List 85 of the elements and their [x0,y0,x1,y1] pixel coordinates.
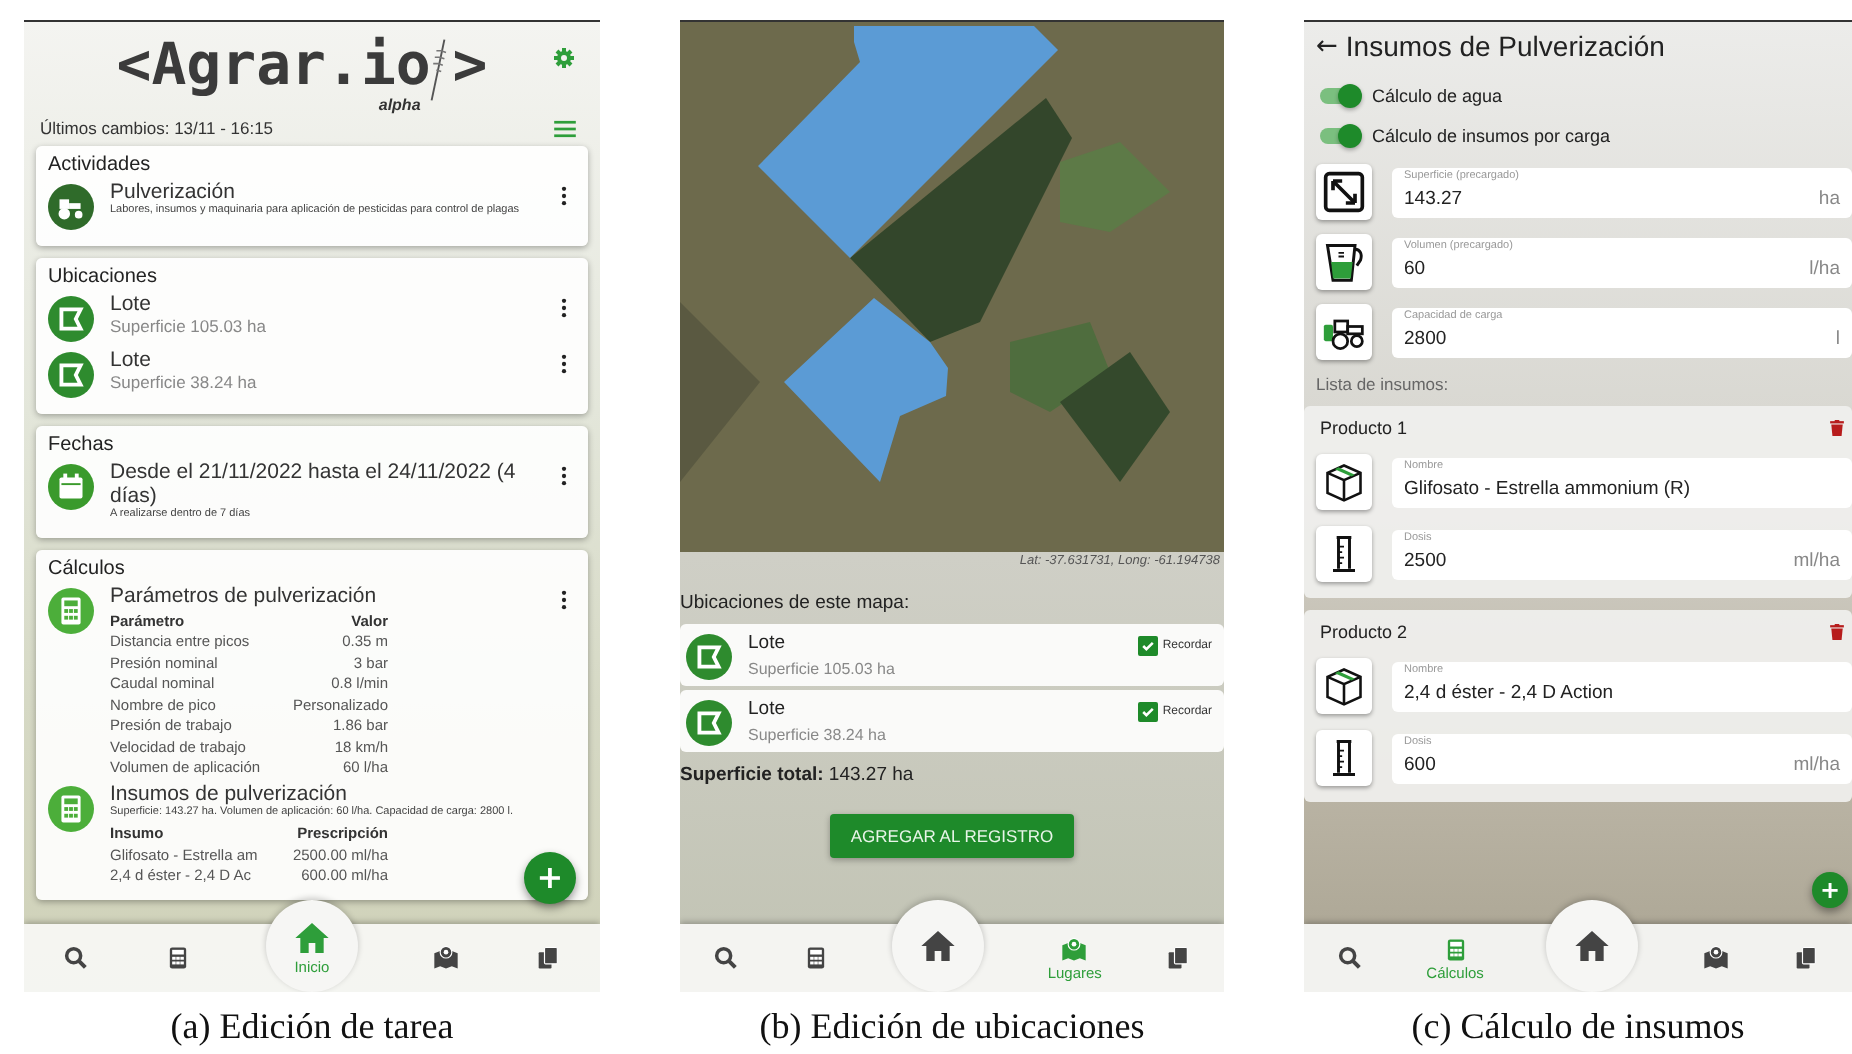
add-button[interactable]: + [1812,872,1848,908]
item-title[interactable]: Pulverización [110,180,544,204]
delete-icon[interactable] [1830,624,1844,640]
documents-icon [1164,944,1193,972]
map-pin-tab[interactable] [1701,944,1730,972]
section-heading: Ubicaciones de este mapa: [680,592,912,614]
checkbox[interactable] [1138,702,1159,722]
item-title[interactable]: Parámetros de pulverización [110,583,544,608]
map-pin-icon [1701,944,1730,972]
flag-icon [48,352,94,398]
menu-icon[interactable] [554,119,576,137]
item-subtitle: Superficie 38.24 ha [748,726,888,744]
home-button[interactable] [1546,900,1639,992]
calculator-icon [48,786,94,833]
map-pin-icon [1060,935,1089,963]
documents-tab[interactable] [1792,944,1821,972]
last-changes-text: Últimos cambios: 13/11 - 16:15 [40,118,274,138]
item-title[interactable]: Desde el 21/11/2022 hasta el 24/11/2022 (4 días) [110,460,544,508]
toggle-label: Cálculo de insumos por carga [1372,126,1611,146]
figure-caption: (a) Edición de tarea [170,1006,454,1048]
home-icon [918,926,959,966]
section-title: Fechas [48,434,116,456]
measuring-cylinder-icon[interactable] [1316,730,1372,786]
page-title: Insumos de Pulverización [1345,30,1665,62]
toggle-switch[interactable] [1320,88,1360,104]
logo-tag: alpha [378,96,421,114]
map-drawing[interactable] [680,22,1224,552]
measuring-cylinder-icon[interactable] [1316,526,1372,582]
section-title: Ubicaciones [48,266,159,288]
item-subtitle: Superficie 105.03 ha [110,316,268,336]
product-title: Producto 1 [1320,418,1408,438]
add-to-register-button[interactable]: AGREGAR AL REGISTRO [830,814,1074,858]
item-title[interactable]: Lote [110,348,544,372]
toggle-label: Cálculo de agua [1372,86,1503,106]
app-logo-text: > [452,34,488,94]
list-label: Lista de insumos: [1316,374,1451,394]
toggle-switch[interactable] [1320,128,1360,144]
figure-caption: (b) Edición de ubicaciones [759,1006,1145,1048]
item-subtitle: Superficie 105.03 ha [748,660,897,678]
home-button[interactable] [892,900,985,992]
documents-tab[interactable] [534,944,563,972]
search-tab[interactable] [61,944,90,972]
section-title: Cálculos [48,557,127,580]
section-title: Actividades [48,154,153,176]
documents-icon [1792,944,1821,972]
item-title: Lote [748,698,787,720]
app-logo-text: <Agrar.io [116,34,431,94]
settings-icon[interactable] [552,46,576,70]
documents-icon [534,944,563,972]
calculator-icon [48,587,94,634]
tractor-icon[interactable] [1316,304,1372,360]
calendar-icon [48,464,94,510]
flag-icon [686,634,732,680]
search-icon [1335,944,1364,972]
more-options-icon[interactable] [560,186,568,206]
back-button[interactable]: ← [1316,31,1338,61]
box-icon[interactable] [1316,454,1372,510]
delete-icon[interactable] [1830,420,1844,436]
product-title: Producto 2 [1320,622,1408,642]
box-icon[interactable] [1316,658,1372,714]
more-options-icon[interactable] [560,298,568,318]
search-tab[interactable] [711,944,740,972]
jug-icon[interactable] [1316,234,1372,290]
documents-tab[interactable] [1164,944,1193,972]
item-title: Lote [748,632,787,654]
more-options-icon[interactable] [560,589,568,610]
item-title[interactable]: Insumos de pulverización [110,782,576,807]
search-icon [61,944,90,972]
item-title[interactable]: Lote [110,292,544,316]
wheat-icon [428,38,449,102]
tractor-icon [48,184,94,230]
flag-icon [48,296,94,342]
more-options-icon[interactable] [560,354,568,374]
figure-caption: (c) Cálculo de insumos [1411,1006,1745,1048]
map-pin-icon [432,944,461,972]
home-icon [291,917,332,957]
item-subtitle: Superficie 38.24 ha [110,372,259,392]
checkbox[interactable] [1138,636,1159,656]
more-options-icon[interactable] [560,466,568,486]
search-icon [711,944,740,972]
search-tab[interactable] [1335,944,1364,972]
map-pin-tab[interactable] [432,944,461,972]
total-area-text: Superficie total: 143.27 ha [680,764,916,786]
home-icon [1572,926,1613,966]
flag-icon [686,700,732,746]
